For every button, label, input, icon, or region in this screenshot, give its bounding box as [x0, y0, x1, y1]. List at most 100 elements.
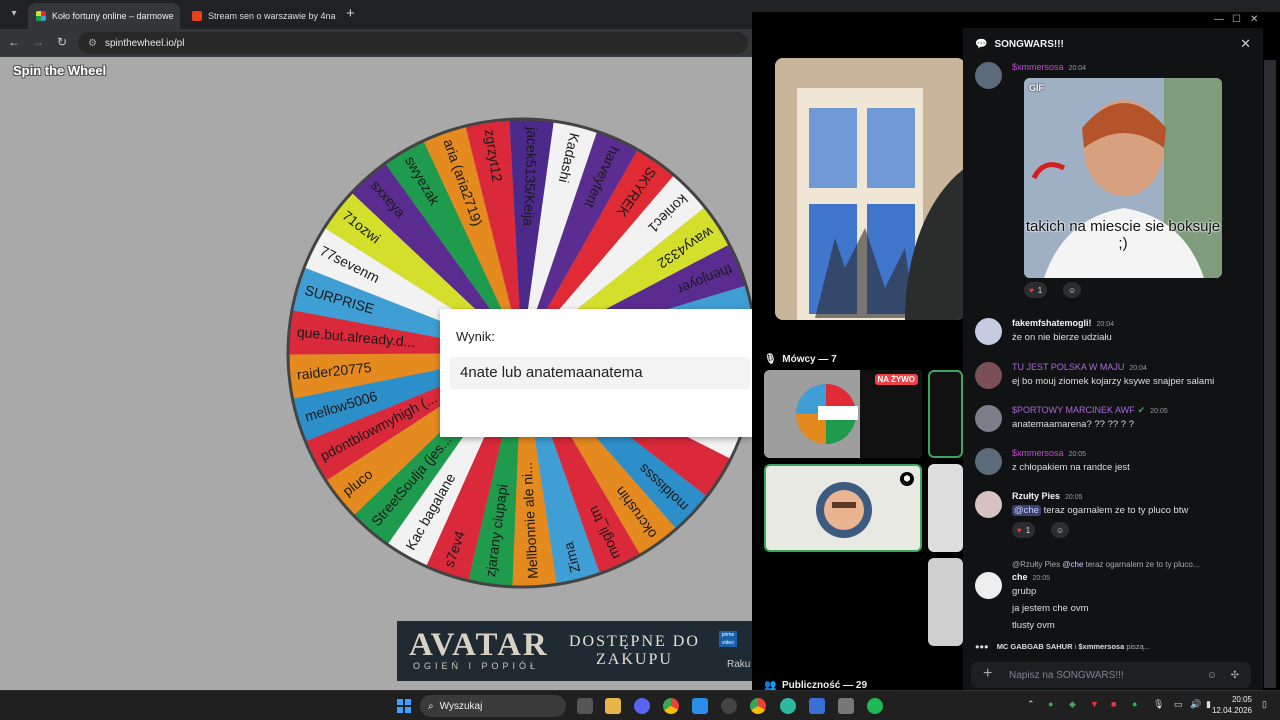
message-author[interactable]: fakemfshatemogli! 20:04 — [1012, 318, 1114, 328]
apps-icon[interactable]: ✣ — [1231, 670, 1239, 681]
message-author[interactable]: $xmmersosa 20:05 — [1012, 448, 1086, 458]
speaker-avatar-art — [816, 482, 872, 538]
maximize-icon[interactable]: ☐ — [1232, 14, 1241, 25]
spotify-icon[interactable] — [867, 698, 883, 714]
message-author[interactable]: Rzułty Pies 20:05 — [1012, 491, 1083, 501]
speaker-tile[interactable] — [928, 558, 963, 646]
chat-panel: 💬 SONGWARS!!! ✕ $xmmersosa 20:04 GIF tak… — [963, 28, 1263, 690]
tab-spin-wheel[interactable]: Koło fortuny online – darmowe ✕ — [28, 3, 180, 29]
result-label: Wynik: — [456, 329, 495, 344]
add-reaction-button[interactable]: ☺ — [1051, 522, 1070, 538]
avatar[interactable] — [975, 572, 1002, 599]
avatar[interactable] — [975, 448, 1002, 475]
avatar[interactable] — [975, 405, 1002, 432]
stream-tile[interactable]: NA ŻYWO — [764, 370, 922, 458]
back-arrow-icon[interactable]: ← — [6, 35, 22, 49]
plus-icon[interactable]: + — [983, 665, 992, 683]
windows-start-icon[interactable] — [397, 699, 411, 713]
reload-icon[interactable]: ↻ — [54, 35, 70, 49]
tray-chevron-icon[interactable]: ⌃ — [1027, 699, 1035, 710]
ad-store-name: Raku — [727, 659, 751, 670]
main-camera-video[interactable] — [775, 58, 965, 320]
edge-icon[interactable] — [780, 698, 796, 714]
chrome-icon[interactable] — [663, 698, 679, 714]
window-close-icon[interactable]: ✕ — [1250, 14, 1258, 25]
chrome-icon[interactable] — [750, 698, 766, 714]
forward-arrow-icon[interactable]: → — [30, 35, 46, 49]
microphone-icon[interactable]: 🎙 — [1153, 699, 1164, 710]
avatar-ad-banner[interactable]: AVATAR OGIEŃ I POPIÓŁ DOSTĘPNE DO ZAKUPU… — [397, 621, 752, 681]
heart-reaction[interactable]: ♥ 1 — [1024, 282, 1048, 298]
site-logo[interactable]: Spin the Wheel — [13, 63, 106, 78]
speaker-tile-avatar[interactable]: ⬢ — [764, 464, 922, 552]
app-icon[interactable] — [721, 698, 737, 714]
input-placeholder: Napisz na SONGWARS!!! — [1009, 669, 1124, 681]
emoji-icon[interactable]: ☺ — [1207, 670, 1217, 681]
wheel-favicon-icon — [36, 11, 46, 21]
heart-reaction[interactable]: ♥ 1 — [1012, 522, 1036, 538]
nvidia-icon[interactable]: ◆ — [1069, 699, 1076, 710]
discord-window: — ☐ ✕ 🎙 Mówcy — 7 NA ŻYWO ⬢ 👥 Publicznoś… — [752, 12, 1280, 691]
avatar[interactable] — [975, 62, 1002, 89]
message-author[interactable]: TU JEST POLSKA W MAJU 20:04 — [1012, 362, 1147, 372]
battery-icon[interactable]: ▮ — [1206, 699, 1211, 710]
shield-icon: ⬢ — [900, 472, 914, 486]
avatar[interactable] — [975, 362, 1002, 389]
avatar[interactable] — [975, 491, 1002, 518]
tray-app-icon[interactable]: ▼ — [1090, 699, 1099, 709]
notepad-icon[interactable] — [809, 698, 825, 714]
add-reaction-button[interactable]: ☺ — [1063, 282, 1082, 298]
avatar[interactable] — [975, 318, 1002, 345]
stage-panel: 🎙 Mówcy — 7 NA ŻYWO ⬢ 👥 Publiczność — 29 — [752, 28, 965, 691]
prime-video-badge-icon: prime video — [719, 631, 737, 647]
site-info-icon[interactable]: ⚙ — [88, 38, 97, 49]
user-mention[interactable]: @che — [1012, 505, 1041, 516]
speaker-tile[interactable] — [928, 464, 963, 552]
smiley-icon: ☺ — [1056, 525, 1065, 535]
gif-image[interactable]: GIF takich na miescie sie boksuje ;) — [1024, 78, 1222, 278]
result-value: 4nate lub anatemaanatema — [450, 357, 750, 389]
notification-icon[interactable]: ▯ — [1262, 699, 1267, 710]
file-explorer-icon[interactable] — [605, 698, 621, 714]
message-author[interactable]: che 20:05 — [1012, 572, 1050, 582]
network-icon[interactable]: ▭ — [1174, 699, 1183, 710]
url-text: spinthewheel.io/pl — [104, 37, 185, 49]
windows-taskbar: ⌕ Wyszukaj ⌃ ● ◆ ▼ ■ ● 🎙 ▭ 🔊 ▮ 20:05 12.0… — [0, 690, 1280, 720]
message-input[interactable]: + Napisz na SONGWARS!!! ☺ ✣ — [971, 662, 1251, 688]
ad-subtitle: OGIEŃ I POPIÓŁ — [413, 661, 540, 671]
message-text: @che teraz ogarnalem ze to ty pluco btw — [1012, 505, 1189, 516]
message-author[interactable]: $xmmersosa 20:04 — [1012, 62, 1086, 72]
reply-preview[interactable]: @Rzułty Pies @che teraz ogarnalem ze to … — [1012, 560, 1199, 569]
new-tab-button[interactable]: + — [346, 5, 355, 22]
taskbar-search[interactable]: ⌕ Wyszukaj — [420, 695, 566, 717]
message-author[interactable]: $PORTOWY MARCINEK AWF ✔ 20:05 — [1012, 405, 1168, 416]
tab-search-icon[interactable]: ▾ — [6, 6, 22, 22]
speakers-label: Mówcy — 7 — [782, 354, 837, 365]
chat-message: TU JEST POLSKA W MAJU 20:04 ej bo mouj zi… — [975, 362, 1260, 392]
tray-app-icon[interactable]: ■ — [1111, 699, 1116, 709]
message-line: tlusty ovm — [1012, 620, 1055, 631]
clock-date: 12.04.2026 — [1211, 706, 1252, 715]
chat-message: fakemfshatemogli! 20:04 że on nie bierze … — [975, 318, 1260, 348]
verified-icon: ✔ — [1137, 405, 1146, 415]
task-view-icon[interactable] — [577, 698, 593, 714]
calculator-icon[interactable] — [838, 698, 854, 714]
speaker-tile[interactable] — [928, 370, 963, 458]
message-line: ja jestem che ovm — [1012, 603, 1089, 614]
chat-scrollbar[interactable] — [1264, 60, 1276, 688]
close-chat-icon[interactable]: ✕ — [1240, 36, 1251, 52]
window-photo — [775, 58, 965, 320]
spotify-tray-icon[interactable]: ● — [1132, 699, 1137, 709]
message-text: anatemaamarena? ?? ?? ? ? — [1012, 419, 1135, 430]
clock[interactable]: 20:05 12.04.2026 — [1212, 694, 1252, 716]
address-bar[interactable]: ⚙ spinthewheel.io/pl — [78, 32, 748, 54]
desktop: ▾ Koło fortuny online – darmowe ✕ Stream… — [0, 0, 1280, 720]
app-icon[interactable] — [692, 698, 708, 714]
minimize-icon[interactable]: — — [1214, 14, 1224, 25]
tray-app-icon[interactable]: ● — [1048, 699, 1053, 709]
discord-icon[interactable] — [634, 698, 650, 714]
chat-message: $xmmersosa 20:05 z chłopakiem na randce j… — [975, 448, 1260, 478]
tab-stream[interactable]: Stream sen o warszawie by 4na ✕ — [184, 3, 342, 29]
tab-title: Stream sen o warszawie by 4na — [208, 11, 336, 21]
volume-icon[interactable]: 🔊 — [1190, 699, 1201, 710]
